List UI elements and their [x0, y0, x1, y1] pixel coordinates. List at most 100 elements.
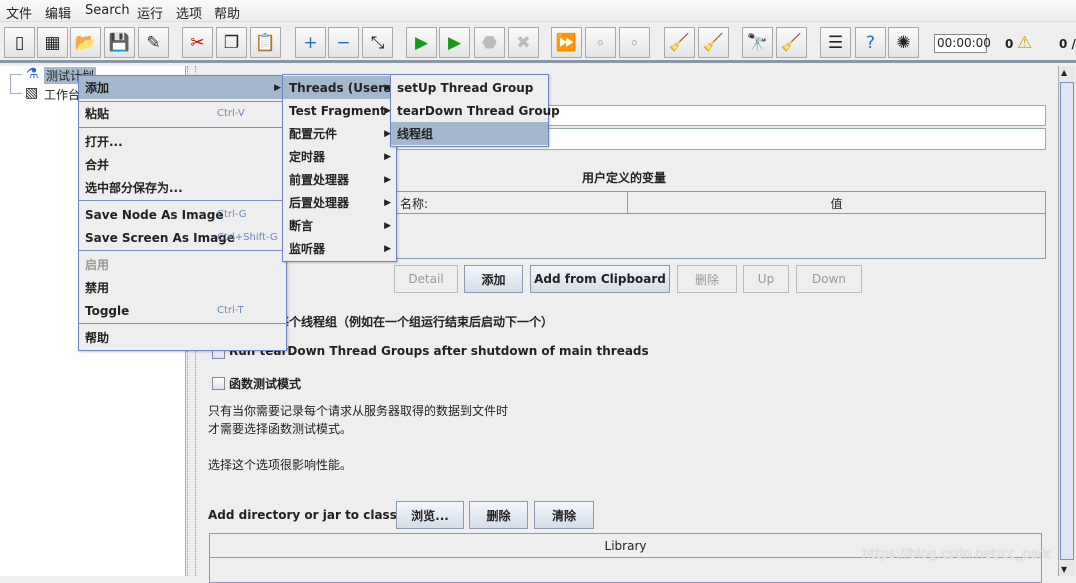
menu-item-save-selection[interactable]: 选中部分保存为...: [79, 176, 286, 199]
menu-item-open[interactable]: 打开...: [79, 130, 286, 153]
expand-button[interactable]: +: [295, 27, 326, 58]
templates-button[interactable]: ▦: [37, 27, 68, 58]
submenu-arrow-icon: ▶: [384, 174, 391, 185]
reset-search-button[interactable]: 🧹: [776, 27, 807, 58]
cut-button[interactable]: ✂: [182, 27, 213, 58]
save-button[interactable]: 💾: [104, 27, 135, 58]
menu-item-label: Toggle: [85, 303, 130, 318]
menu-item-label: Threads (Users): [289, 80, 397, 95]
menu-help[interactable]: 帮助: [214, 3, 240, 22]
add-from-clipboard-button[interactable]: Add from Clipboard: [530, 265, 670, 293]
toolbar: ▯ ▦ 📂 💾 ✎ ✂ ❐ 📋 + − ⤡ ▶ ▶ ⬣ ✖ ⏩ ∘ ∘ 🧹 🧹 🔭 🧹 ☰? ✺: [0, 23, 1076, 63]
start-no-pause-button[interactable]: ▶: [439, 27, 470, 58]
copy-button[interactable]: ❐: [216, 27, 247, 58]
browse-button[interactable]: 浏览...: [396, 501, 464, 529]
menu-item-label: 前置处理器: [289, 173, 350, 187]
menu-item-threads-users[interactable]: Threads (Users) ▶: [283, 76, 397, 99]
vertical-scrollbar[interactable]: ▲ ▼: [1058, 66, 1075, 576]
menu-item-toggle[interactable]: Toggle Ctrl-T: [79, 299, 286, 322]
remote-stop-button[interactable]: ∘: [585, 27, 616, 58]
down-button[interactable]: Down: [796, 265, 862, 293]
clear-button[interactable]: 🧹: [664, 27, 695, 58]
tree-item-workbench[interactable]: 工作台: [44, 86, 80, 103]
function-helper-icon: ☰: [827, 32, 844, 53]
delete-classpath-button[interactable]: 删除: [469, 501, 528, 529]
menu-item-post-processor[interactable]: 后置处理器 ▶: [283, 191, 396, 214]
menu-item-test-fragment[interactable]: Test Fragment ▶: [283, 99, 396, 122]
search-button[interactable]: 🔭: [742, 27, 773, 58]
add-variable-button[interactable]: 添加: [464, 265, 523, 293]
column-header-value[interactable]: 值: [628, 192, 1045, 214]
functional-mode-checkbox[interactable]: [212, 377, 225, 390]
menu-item-label: Test Fragment: [289, 103, 386, 118]
scroll-up-icon[interactable]: ▲: [1061, 68, 1067, 77]
up-button[interactable]: Up: [743, 265, 789, 293]
toggle-button[interactable]: ⤡: [362, 27, 393, 58]
delete-variable-button[interactable]: 删除: [677, 265, 737, 293]
logger-button[interactable]: ✺: [888, 27, 919, 58]
shortcut-label: Ctrl-T: [217, 305, 244, 316]
scrollbar-thumb[interactable]: [1060, 82, 1074, 560]
menu-item-config-element[interactable]: 配置元件 ▶: [283, 122, 396, 145]
detail-button[interactable]: Detail: [394, 265, 458, 293]
menu-item-merge[interactable]: 合并: [79, 153, 286, 176]
menu-item-thread-group[interactable]: 线程组: [391, 122, 548, 145]
variables-table[interactable]: 名称: 值: [393, 191, 1046, 259]
stop-button[interactable]: ⬣: [474, 27, 505, 58]
clear-all-button[interactable]: 🧹: [698, 27, 729, 58]
functional-mode-label: 函数测试模式: [229, 377, 302, 391]
scroll-down-icon[interactable]: ▼: [1061, 565, 1067, 574]
clear-icon: 🧹: [668, 32, 691, 53]
submenu-arrow-icon: ▶: [384, 243, 391, 254]
copy-icon: ❐: [223, 32, 240, 53]
collapse-icon: −: [336, 32, 351, 53]
help-button[interactable]: ?: [855, 27, 886, 58]
paste-icon: 📋: [254, 32, 277, 53]
templates-icon: ▦: [44, 32, 61, 53]
shutdown-button[interactable]: ✖: [508, 27, 539, 58]
menu-search[interactable]: Search: [85, 3, 130, 18]
menu-item-save-screen-image[interactable]: Save Screen As Image Ctrl+Shift-G: [79, 226, 286, 249]
stop-icon: ⬣: [482, 32, 497, 53]
menu-file[interactable]: 文件: [6, 3, 32, 22]
menu-item-timer[interactable]: 定时器 ▶: [283, 145, 396, 168]
column-header-name[interactable]: 名称:: [394, 192, 628, 214]
menu-edit[interactable]: 编辑: [45, 3, 71, 22]
teardown-label: Run tearDown Thread Groups after shutdow…: [229, 344, 649, 358]
open-icon: 📂: [74, 32, 97, 53]
remote-stop-icon: ∘: [595, 32, 606, 53]
start-icon: ▶: [414, 32, 429, 53]
menu-item-paste[interactable]: 粘贴 Ctrl-V: [79, 102, 286, 125]
menu-item-setup-thread-group[interactable]: setUp Thread Group: [391, 76, 548, 99]
remote-shutdown-button[interactable]: ∘: [619, 27, 650, 58]
menu-item-label: 定时器: [289, 150, 326, 164]
menu-options[interactable]: 选项: [176, 3, 202, 22]
menu-item-disable[interactable]: 禁用: [79, 276, 286, 299]
toggle-icon: ⤡: [370, 32, 385, 53]
menu-item-teardown-thread-group[interactable]: tearDown Thread Group: [391, 99, 560, 122]
paste-button[interactable]: 📋: [250, 27, 281, 58]
menu-item-save-node-image[interactable]: Save Node As Image Ctrl-G: [79, 203, 286, 226]
menu-item-listener[interactable]: 监听器 ▶: [283, 237, 396, 260]
new-button[interactable]: ▯: [4, 27, 35, 58]
function-helper-button[interactable]: ☰: [820, 27, 851, 58]
start-button[interactable]: ▶: [406, 27, 437, 58]
open-button[interactable]: 📂: [70, 27, 101, 58]
clear-classpath-button[interactable]: 清除: [534, 501, 594, 529]
variables-title: 用户定义的变量: [582, 171, 667, 185]
save-as-button[interactable]: ✎: [138, 27, 169, 58]
menu-item-label: 打开...: [85, 135, 123, 149]
menu-item-add[interactable]: 添加 ▶: [79, 76, 286, 99]
warning-icon[interactable]: ⚠: [1017, 33, 1032, 53]
menu-item-assertion[interactable]: 断言 ▶: [283, 214, 396, 237]
collapse-button[interactable]: −: [328, 27, 359, 58]
menu-item-pre-processor[interactable]: 前置处理器 ▶: [283, 168, 396, 191]
menu-item-label: 后置处理器: [289, 196, 350, 210]
warning-count: 0: [1005, 37, 1014, 51]
watermark: https://blog.csdn.net/cc_park: [862, 547, 1051, 562]
menu-run[interactable]: 运行: [137, 3, 163, 22]
menu-item-help[interactable]: 帮助: [79, 326, 286, 349]
save-icon: 💾: [108, 32, 131, 53]
remote-start-icon: ⏩: [555, 32, 578, 53]
remote-start-button[interactable]: ⏩: [551, 27, 582, 58]
